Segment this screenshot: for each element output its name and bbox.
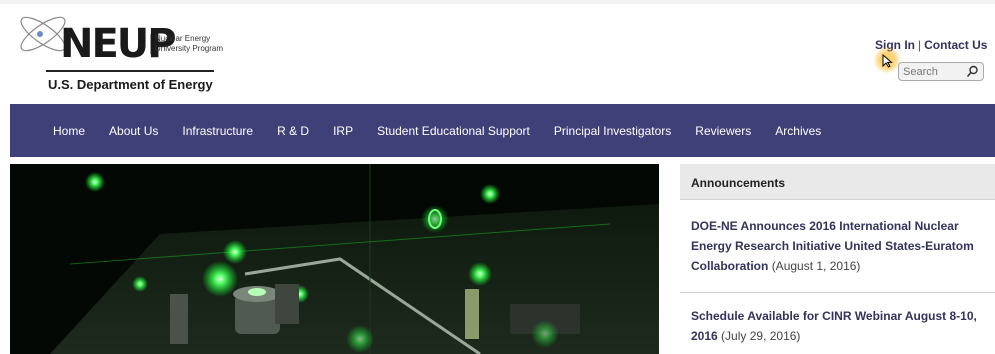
logo-agency: U.S. Department of Energy bbox=[48, 77, 213, 92]
search-box bbox=[898, 62, 984, 81]
nav-item-reviewers[interactable]: Reviewers bbox=[695, 124, 751, 138]
nav-item-infrastructure[interactable]: Infrastructure bbox=[182, 124, 253, 138]
contact-us-link[interactable]: Contact Us bbox=[924, 38, 987, 52]
announcement-item: DOE-NE Announces 2016 International Nucl… bbox=[691, 216, 995, 276]
site-logo[interactable]: NEUP Nuclear Energy University Program U… bbox=[10, 4, 250, 102]
search-icon[interactable] bbox=[966, 65, 979, 78]
logo-divider bbox=[46, 70, 214, 72]
announcement-item: Schedule Available for CINR Webinar Augu… bbox=[691, 306, 995, 346]
nav-item-principal-investigators[interactable]: Principal Investigators bbox=[554, 124, 671, 138]
nav-item-home[interactable]: Home bbox=[53, 124, 85, 138]
announcements-header: Announcements bbox=[680, 164, 995, 200]
logo-subtitle-line1: Nuclear Energy bbox=[155, 34, 211, 43]
mouse-cursor-icon bbox=[882, 54, 893, 68]
announcements-title: Announcements bbox=[691, 176, 786, 190]
announcements-panel: Announcements DOE-NE Announces 2016 Inte… bbox=[680, 164, 995, 354]
utility-separator: | bbox=[918, 38, 922, 52]
hero-image bbox=[10, 164, 659, 354]
nav-item-about-us[interactable]: About Us bbox=[109, 124, 158, 138]
site-header: NEUP Nuclear Energy University Program U… bbox=[0, 4, 995, 104]
announcements-divider bbox=[680, 292, 995, 293]
announcement-date: (August 1, 2016) bbox=[771, 259, 861, 273]
logo-subtitle: Nuclear Energy University Program bbox=[150, 34, 223, 54]
nav-item-student-educational-support[interactable]: Student Educational Support bbox=[377, 124, 530, 138]
laser-experiment-image bbox=[10, 164, 659, 354]
main-nav: Home About Us Infrastructure R & D IRP S… bbox=[10, 104, 995, 157]
nav-item-archives[interactable]: Archives bbox=[775, 124, 821, 138]
logo-subtitle-line2: University Program bbox=[155, 44, 224, 53]
nav-item-irp[interactable]: IRP bbox=[333, 124, 353, 138]
main-nav-list: Home About Us Infrastructure R & D IRP S… bbox=[53, 104, 845, 157]
nav-item-r-and-d[interactable]: R & D bbox=[277, 124, 309, 138]
search-input[interactable] bbox=[903, 64, 965, 79]
announcement-date: (July 29, 2016) bbox=[721, 329, 801, 343]
